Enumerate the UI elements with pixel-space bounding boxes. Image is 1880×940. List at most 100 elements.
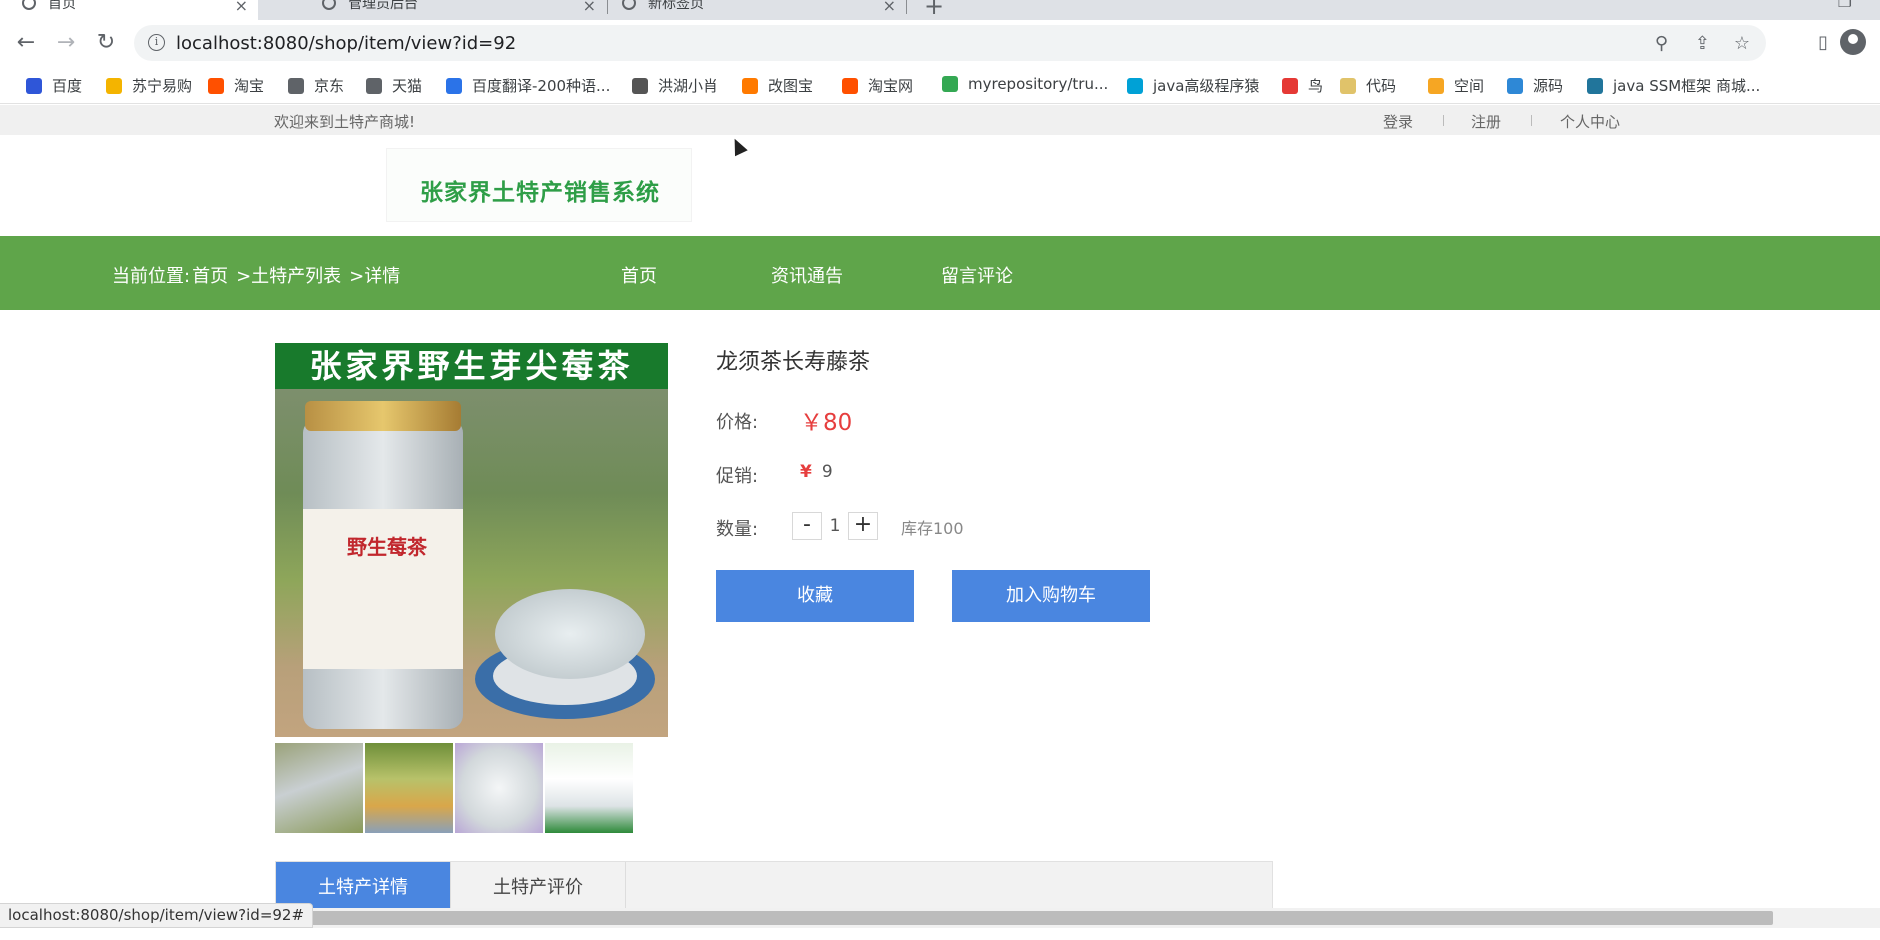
share-icon[interactable]: ⇪	[1695, 33, 1710, 54]
stock-text: 库存100	[901, 519, 964, 538]
browser-tabstrip: 首页 × 管理员后台 × 新标签页 × + ❐	[0, 0, 1880, 20]
bookmark-label: 洪湖小肖	[658, 77, 719, 95]
taobao-icon	[842, 77, 858, 94]
thumbnail-4[interactable]	[545, 743, 633, 833]
bookmark-star-icon[interactable]: ☆	[1734, 33, 1750, 54]
window-restore-icon[interactable]: ❐	[1838, 0, 1852, 11]
tab-divider	[607, 0, 608, 14]
site-topbar: 欢迎来到土特产商城! 登录 注册 个人中心	[0, 105, 1880, 135]
welcome-text: 欢迎来到土特产商城!	[274, 113, 416, 131]
reload-icon[interactable]: ↻	[92, 30, 120, 58]
thumbnail-2[interactable]	[365, 743, 453, 833]
nav-comments[interactable]: 留言评论	[941, 262, 1013, 288]
forward-arrow-icon[interactable]: →	[52, 30, 80, 58]
quantity-field[interactable]: 1	[822, 512, 848, 540]
bookmark-item[interactable]: 源码	[1507, 75, 1563, 96]
quantity-label: 数量:	[716, 519, 759, 540]
quantity-stepper: - 1 +	[792, 512, 878, 540]
promo-label: 促销:	[716, 466, 759, 487]
bookmark-item[interactable]: 淘宝	[208, 75, 264, 96]
bookmarks-bar: 百度 苏宁易购 淘宝 京东 天猫 百度翻译-200种语... 洪湖小肖 改图宝 淘宝网 myrep…	[0, 66, 1880, 104]
thumbnail-3[interactable]	[455, 743, 543, 833]
bookmark-item[interactable]: 百度	[26, 75, 82, 96]
bookmark-label: 京东	[314, 77, 345, 95]
favorite-button[interactable]: 收藏	[716, 570, 914, 622]
login-link[interactable]: 登录	[1383, 111, 1413, 132]
increase-quantity-button[interactable]: +	[848, 512, 878, 540]
zoom-icon[interactable]: ⚲	[1655, 33, 1668, 54]
breadcrumb-list[interactable]: >土特产列表	[236, 266, 341, 287]
site-logo[interactable]: 张家界土特产销售系统	[386, 148, 692, 222]
side-panel-icon[interactable]: ▯	[1818, 32, 1828, 53]
bookmark-item[interactable]: myrepository/tru...	[942, 75, 1108, 93]
bookmark-item[interactable]: 苏宁易购	[106, 75, 192, 96]
decrease-quantity-button[interactable]: -	[792, 512, 822, 540]
browser-tab-new[interactable]: 新标签页 ×	[622, 0, 906, 20]
bookmark-item[interactable]: java高级程序猿	[1127, 75, 1259, 96]
bookmark-label: java SSM框架 商城...	[1613, 77, 1761, 95]
bookmark-item[interactable]: 百度翻译-200种语...	[446, 75, 610, 96]
bookmark-label: 空间	[1454, 77, 1485, 95]
jar-label: 野生莓茶	[303, 509, 463, 669]
bookmark-item[interactable]: 天猫	[366, 75, 422, 96]
nav-home[interactable]: 首页	[621, 262, 657, 288]
bookmark-item[interactable]: 淘宝网	[842, 75, 913, 96]
bookmark-label: myrepository/tru...	[968, 75, 1109, 93]
close-icon[interactable]: ×	[883, 0, 896, 15]
bookmark-label: 淘宝网	[868, 77, 914, 95]
back-arrow-icon[interactable]: ←	[12, 30, 40, 58]
bird-icon	[1282, 77, 1298, 94]
price-label: 价格:	[716, 412, 759, 433]
browser-tab-admin[interactable]: 管理员后台 ×	[322, 0, 606, 20]
scrollbar-thumb[interactable]	[290, 911, 1773, 925]
url-text[interactable]: localhost:8080/shop/item/view?id=92	[176, 33, 516, 54]
browser-toolbar: ← → ↻ i localhost:8080/shop/item/view?id…	[0, 20, 1880, 66]
globe-icon	[288, 77, 304, 94]
bookmark-label: 淘宝	[234, 77, 265, 95]
product-name: 龙须茶长寿藤茶	[716, 350, 871, 375]
suning-icon	[106, 77, 122, 94]
nav-news[interactable]: 资讯通告	[771, 262, 843, 288]
product-main-image[interactable]: 张家界野生芽尖莓茶 野生莓茶	[275, 343, 668, 737]
register-link[interactable]: 注册	[1471, 111, 1501, 132]
profile-link[interactable]: 个人中心	[1560, 111, 1620, 132]
bookmark-label: 百度翻译-200种语...	[472, 77, 611, 95]
bird-icon	[632, 77, 648, 94]
detail-tabs: 土特产详情 土特产评价	[275, 861, 1273, 914]
breadcrumb-home[interactable]: 首页	[192, 266, 228, 287]
add-to-cart-button[interactable]: 加入购物车	[952, 570, 1150, 622]
close-icon[interactable]: ×	[235, 0, 248, 15]
promo-price: ¥9	[800, 462, 833, 482]
divider	[1531, 115, 1532, 126]
fish-icon	[1507, 77, 1523, 94]
bookmark-label: 鸟	[1308, 77, 1324, 95]
logo-text: 张家界土特产销售系统	[420, 180, 660, 206]
bookmark-label: java高级程序猿	[1153, 77, 1260, 95]
price-value: ￥80	[800, 410, 853, 436]
breadcrumb: 当前位置: 首页 >土特产列表 >详情	[112, 262, 402, 288]
divider	[1443, 115, 1444, 126]
close-icon[interactable]: ×	[583, 0, 596, 15]
browser-tab-home[interactable]: 首页 ×	[0, 0, 258, 20]
profile-avatar-icon[interactable]	[1840, 29, 1866, 55]
bookmark-item[interactable]: 洪湖小肖	[632, 75, 718, 96]
product-photo: 野生莓茶	[275, 389, 668, 737]
wordpress-icon	[1587, 77, 1603, 94]
bookmark-item[interactable]: 代码	[1340, 75, 1396, 96]
globe-icon	[366, 77, 382, 94]
bookmark-item[interactable]: 鸟	[1282, 75, 1323, 96]
site-info-icon[interactable]: i	[148, 34, 165, 51]
breadcrumb-detail: >详情	[349, 266, 401, 287]
baidu-icon	[26, 77, 42, 94]
bookmark-item[interactable]: java SSM框架 商城...	[1587, 75, 1760, 96]
bookmark-item[interactable]: 改图宝	[742, 75, 813, 96]
bookmark-label: 天猫	[392, 77, 423, 95]
bookmark-label: 改图宝	[768, 77, 814, 95]
main-nav: 当前位置: 首页 >土特产列表 >详情 首页 资讯通告 留言评论	[0, 236, 1880, 310]
thumbnail-1[interactable]	[275, 743, 363, 833]
address-bar[interactable]: i localhost:8080/shop/item/view?id=92 ⚲ …	[134, 25, 1766, 61]
bookmark-item[interactable]: 空间	[1428, 75, 1484, 96]
tab-product-reviews[interactable]: 土特产评价	[451, 862, 626, 914]
bookmark-item[interactable]: 京东	[288, 75, 344, 96]
new-tab-icon[interactable]: +	[924, 0, 944, 20]
